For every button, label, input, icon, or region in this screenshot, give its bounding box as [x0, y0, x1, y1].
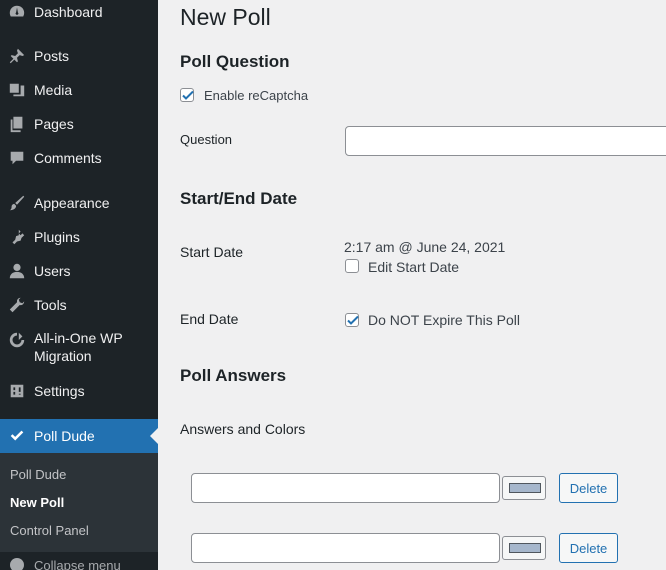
page-title: New Poll — [180, 4, 271, 30]
no-expire-label: Do NOT Expire This Poll — [368, 312, 520, 328]
menu-tools-label: Tools — [34, 297, 67, 313]
edit-start-date-label: Edit Start Date — [368, 259, 460, 275]
collapse-icon — [10, 558, 24, 570]
menu-migration-label: All-in-One WP Migration — [34, 329, 123, 365]
menu-pages-label: Pages — [34, 116, 74, 132]
menu-tools[interactable]: Tools — [0, 295, 158, 315]
pages-icon — [7, 114, 27, 134]
menu-pages[interactable]: Pages — [0, 114, 158, 134]
settings-icon — [7, 381, 27, 401]
answers-colors-label: Answers and Colors — [180, 421, 306, 437]
user-icon — [7, 261, 27, 281]
checkmark-icon — [182, 90, 194, 100]
start-date-value: 2:17 am @ June 24, 2021 — [344, 239, 506, 255]
pin-icon — [7, 46, 27, 66]
menu-appearance[interactable]: Appearance — [0, 193, 158, 213]
menu-appearance-label: Appearance — [34, 195, 110, 211]
submenu-new-poll[interactable]: New Poll — [10, 495, 64, 510]
menu-settings-label: Settings — [34, 383, 85, 399]
menu-dashboard-label: Dashboard — [34, 4, 103, 20]
menu-comments[interactable]: Comments — [0, 148, 158, 168]
menu-all-in-one-wp-migration[interactable]: All-in-One WP Migration — [0, 329, 158, 367]
delete-answer-button[interactable]: Delete — [559, 533, 618, 563]
answer-input[interactable] — [191, 533, 500, 563]
submenu-control-panel[interactable]: Control Panel — [10, 523, 89, 538]
wrench-icon — [7, 295, 27, 315]
recaptcha-checkbox[interactable] — [180, 88, 194, 102]
collapse-menu-label: Collapse menu — [34, 557, 121, 570]
collapse-menu-button[interactable]: Collapse menu — [0, 555, 158, 570]
admin-sidebar: Dashboard Posts Media Pages Comments App… — [0, 0, 158, 570]
question-label: Question — [180, 132, 233, 147]
dates-heading: Start/End Date — [180, 189, 298, 208]
media-icon — [7, 80, 27, 100]
answer-color-picker[interactable] — [502, 536, 546, 560]
delete-answer-button[interactable]: Delete — [559, 473, 618, 503]
menu-plugins-label: Plugins — [34, 229, 80, 245]
answer-input[interactable] — [191, 473, 500, 503]
dashboard-icon — [7, 2, 27, 22]
menu-poll-dude[interactable]: Poll Dude — [0, 419, 158, 453]
color-swatch — [509, 483, 541, 493]
menu-users[interactable]: Users — [0, 261, 158, 281]
menu-posts-label: Posts — [34, 48, 70, 64]
menu-poll-dude-label: Poll Dude — [34, 428, 95, 444]
end-date-label: End Date — [180, 311, 239, 327]
check-icon — [7, 426, 27, 446]
poll-dude-submenu: Poll Dude New Poll Control Panel — [0, 453, 158, 552]
menu-dashboard[interactable]: Dashboard — [0, 2, 158, 22]
menu-users-label: Users — [34, 263, 71, 279]
menu-migration-label-line2: Migration — [34, 348, 92, 364]
menu-posts[interactable]: Posts — [0, 46, 158, 66]
migration-icon — [7, 330, 27, 350]
brush-icon — [7, 193, 27, 213]
edit-start-date-checkbox[interactable] — [345, 259, 359, 273]
menu-media-label: Media — [34, 82, 73, 98]
recaptcha-label: Enable reCaptcha — [204, 88, 309, 103]
poll-question-heading: Poll Question — [180, 52, 290, 71]
comment-icon — [7, 148, 27, 168]
checkmark-icon — [347, 315, 359, 325]
question-input[interactable] — [345, 126, 666, 156]
menu-migration-label-line1: All-in-One WP — [34, 330, 123, 346]
answer-color-picker[interactable] — [502, 476, 546, 500]
menu-plugins[interactable]: Plugins — [0, 227, 158, 247]
menu-settings[interactable]: Settings — [0, 381, 158, 401]
menu-media[interactable]: Media — [0, 80, 158, 100]
plugin-icon — [7, 227, 27, 247]
menu-comments-label: Comments — [34, 150, 102, 166]
submenu-poll-dude[interactable]: Poll Dude — [10, 467, 66, 482]
main-content: New Poll Poll Question Enable reCaptcha … — [158, 0, 666, 570]
color-swatch — [509, 543, 541, 553]
poll-answers-heading: Poll Answers — [180, 366, 287, 385]
no-expire-checkbox[interactable] — [345, 313, 359, 327]
start-date-label: Start Date — [180, 244, 244, 260]
